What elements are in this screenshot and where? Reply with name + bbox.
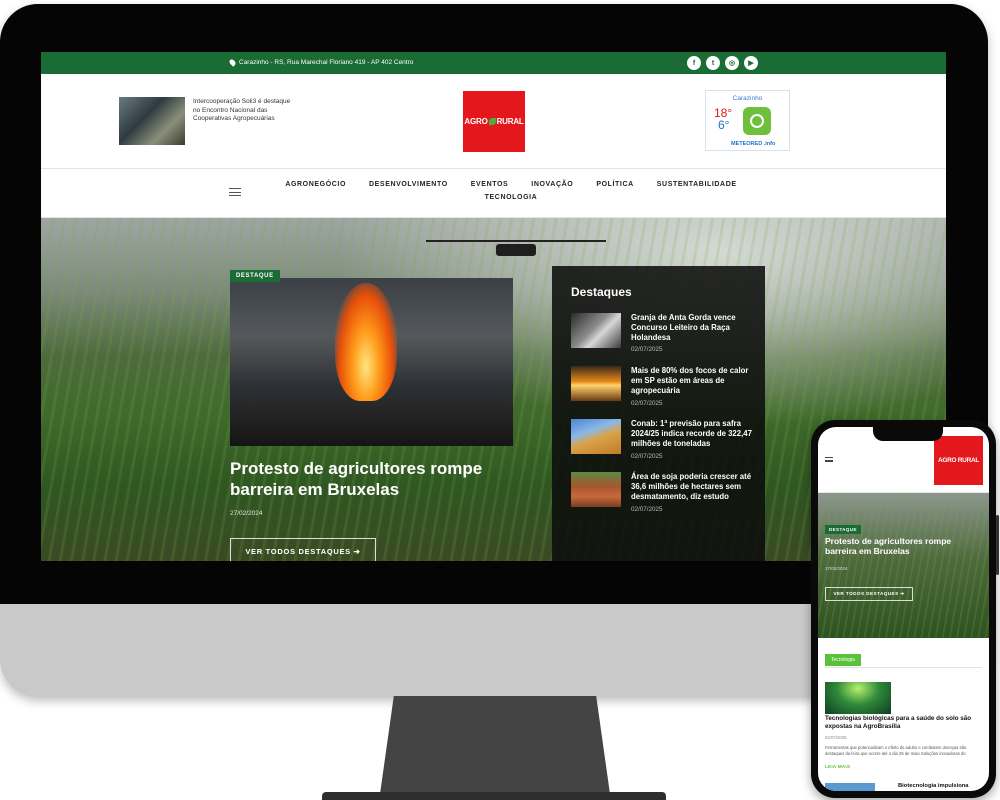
mobile-section-tag[interactable]: Tecnologia: [825, 654, 861, 666]
featured-title[interactable]: Protesto de agricultores rompe barreira …: [230, 458, 520, 500]
monitor-stand: [380, 696, 610, 794]
nav-item-desenvolvimento[interactable]: DESENVOLVIMENTO: [369, 181, 448, 188]
site-header: Intercooperação Soli3 é destaque no Enco…: [41, 74, 946, 169]
mobile-section-divider: [825, 667, 982, 668]
mobile-view-all-button[interactable]: VER TODOS DESTAQUES ➔: [825, 587, 913, 601]
location-pin-icon: [228, 58, 237, 67]
highlight-date: 02/07/2025: [631, 453, 663, 460]
nav-item-sustentabilidade[interactable]: SUSTENTABILIDADE: [657, 181, 737, 188]
mobile-next-article-image[interactable]: [825, 783, 875, 791]
monitor-stand-foot: [322, 792, 666, 800]
mobile-logo[interactable]: AGRO RURAL: [934, 436, 983, 485]
highlight-title[interactable]: Conab: 1ª previsão para safra 2024/25 in…: [631, 419, 756, 449]
mobile-article-image[interactable]: [825, 682, 891, 714]
showcase-stage: Carazinho - RS, Rua Marechal Floriano 41…: [0, 0, 1000, 800]
mobile-article-title[interactable]: Tecnologias biológicas para a saúde do s…: [825, 715, 983, 730]
mobile-featured-title[interactable]: Protesto de agricultores rompe barreira …: [825, 536, 975, 556]
phone-side-button: [996, 515, 999, 575]
featured-image[interactable]: [230, 278, 513, 446]
featured-image-fire: [335, 283, 397, 401]
highlight-thumbnail[interactable]: [571, 313, 621, 348]
highlight-title[interactable]: Área de soja poderia crescer até 36,6 mi…: [631, 472, 756, 502]
site-logo[interactable]: AGRO RURAL: [463, 91, 525, 152]
highlight-item[interactable]: Mais de 80% dos focos de calor em SP est…: [571, 366, 756, 416]
twitter-icon[interactable]: t: [706, 56, 720, 70]
mobile-next-article-title[interactable]: Biotecnologia impulsiona: [898, 783, 969, 789]
featured-date: 27/02/2024: [230, 510, 263, 517]
mobile-article-excerpt: Ferramentas que potencializam o efeito d…: [825, 745, 967, 756]
highlight-item[interactable]: Granja de Anta Gorda vence Concurso Leit…: [571, 313, 756, 363]
address-text: Carazinho - RS, Rua Marechal Floriano 41…: [239, 59, 414, 66]
highlight-title[interactable]: Granja de Anta Gorda vence Concurso Leit…: [631, 313, 756, 343]
weather-widget[interactable]: Carazinho 18° 6° METEORED .info: [705, 90, 790, 151]
highlight-date: 02/07/2025: [631, 400, 663, 407]
main-nav: AGRONEGÓCIO DESENVOLVIMENTO EVENTOS INOV…: [41, 169, 946, 218]
leaf-icon: [488, 118, 496, 125]
mobile-hero: DESTAQUE Protesto de agricultores rompe …: [818, 493, 989, 638]
logo-word-rural: RURAL: [496, 117, 524, 126]
highlight-title[interactable]: Mais de 80% dos focos de calor em SP est…: [631, 366, 756, 396]
nav-links: AGRONEGÓCIO DESENVOLVIMENTO EVENTOS INOV…: [271, 181, 751, 201]
logo-word-agro: AGRO: [464, 117, 488, 126]
highlight-thumbnail[interactable]: [571, 472, 621, 507]
nav-item-agronegocio[interactable]: AGRONEGÓCIO: [285, 181, 346, 188]
drone-graphic: [426, 240, 606, 256]
weather-low: 6°: [718, 118, 730, 132]
social-links: f t ◎ ▶: [687, 56, 758, 70]
mobile-featured-tag: DESTAQUE: [825, 525, 861, 534]
phone-notch: [873, 427, 943, 441]
facebook-icon[interactable]: f: [687, 56, 701, 70]
weather-city: Carazinho: [732, 95, 763, 102]
featured-tag: DESTAQUE: [230, 270, 280, 282]
highlight-thumbnail[interactable]: [571, 366, 621, 401]
mobile-read-more-link[interactable]: LEIA MAIS: [825, 764, 850, 769]
highlight-item[interactable]: Área de soja poderia crescer até 36,6 mi…: [571, 472, 756, 522]
top-bar: Carazinho - RS, Rua Marechal Floriano 41…: [41, 52, 946, 74]
highlight-thumbnail[interactable]: [571, 419, 621, 454]
nav-item-politica[interactable]: POLÍTICA: [596, 181, 633, 188]
nav-item-eventos[interactable]: EVENTOS: [471, 181, 509, 188]
nav-item-inovacao[interactable]: INOVAÇÃO: [531, 181, 573, 188]
nav-item-tecnologia[interactable]: TECNOLOGIA: [485, 194, 538, 201]
highlight-date: 02/07/2025: [631, 506, 663, 513]
highlights-panel: Destaques Granja de Anta Gorda vence Con…: [552, 266, 765, 561]
menu-icon[interactable]: [229, 188, 241, 196]
mobile-website: AGRO RURAL DESTAQUE Protesto de agricult…: [818, 427, 989, 791]
mobile-menu-icon[interactable]: [825, 457, 833, 462]
youtube-icon[interactable]: ▶: [744, 56, 758, 70]
featured-image-ground: [230, 398, 513, 446]
header-news-thumbnail[interactable]: [119, 97, 185, 145]
mobile-featured-date: 27/02/2024: [825, 566, 848, 571]
highlights-title: Destaques: [571, 285, 632, 299]
weather-brand: METEORED .info: [731, 141, 776, 147]
address: Carazinho - RS, Rua Marechal Floriano 41…: [228, 58, 414, 67]
highlight-item[interactable]: Conab: 1ª previsão para safra 2024/25 in…: [571, 419, 756, 469]
instagram-icon[interactable]: ◎: [725, 56, 739, 70]
mobile-article-date: 02/07/2025: [825, 735, 847, 740]
sun-icon: [743, 107, 771, 135]
highlight-date: 02/07/2025: [631, 346, 663, 353]
header-news-link[interactable]: Intercooperação Soli3 é destaque no Enco…: [193, 98, 293, 124]
view-all-highlights-button[interactable]: VER TODOS DESTAQUES ➔: [230, 538, 376, 561]
